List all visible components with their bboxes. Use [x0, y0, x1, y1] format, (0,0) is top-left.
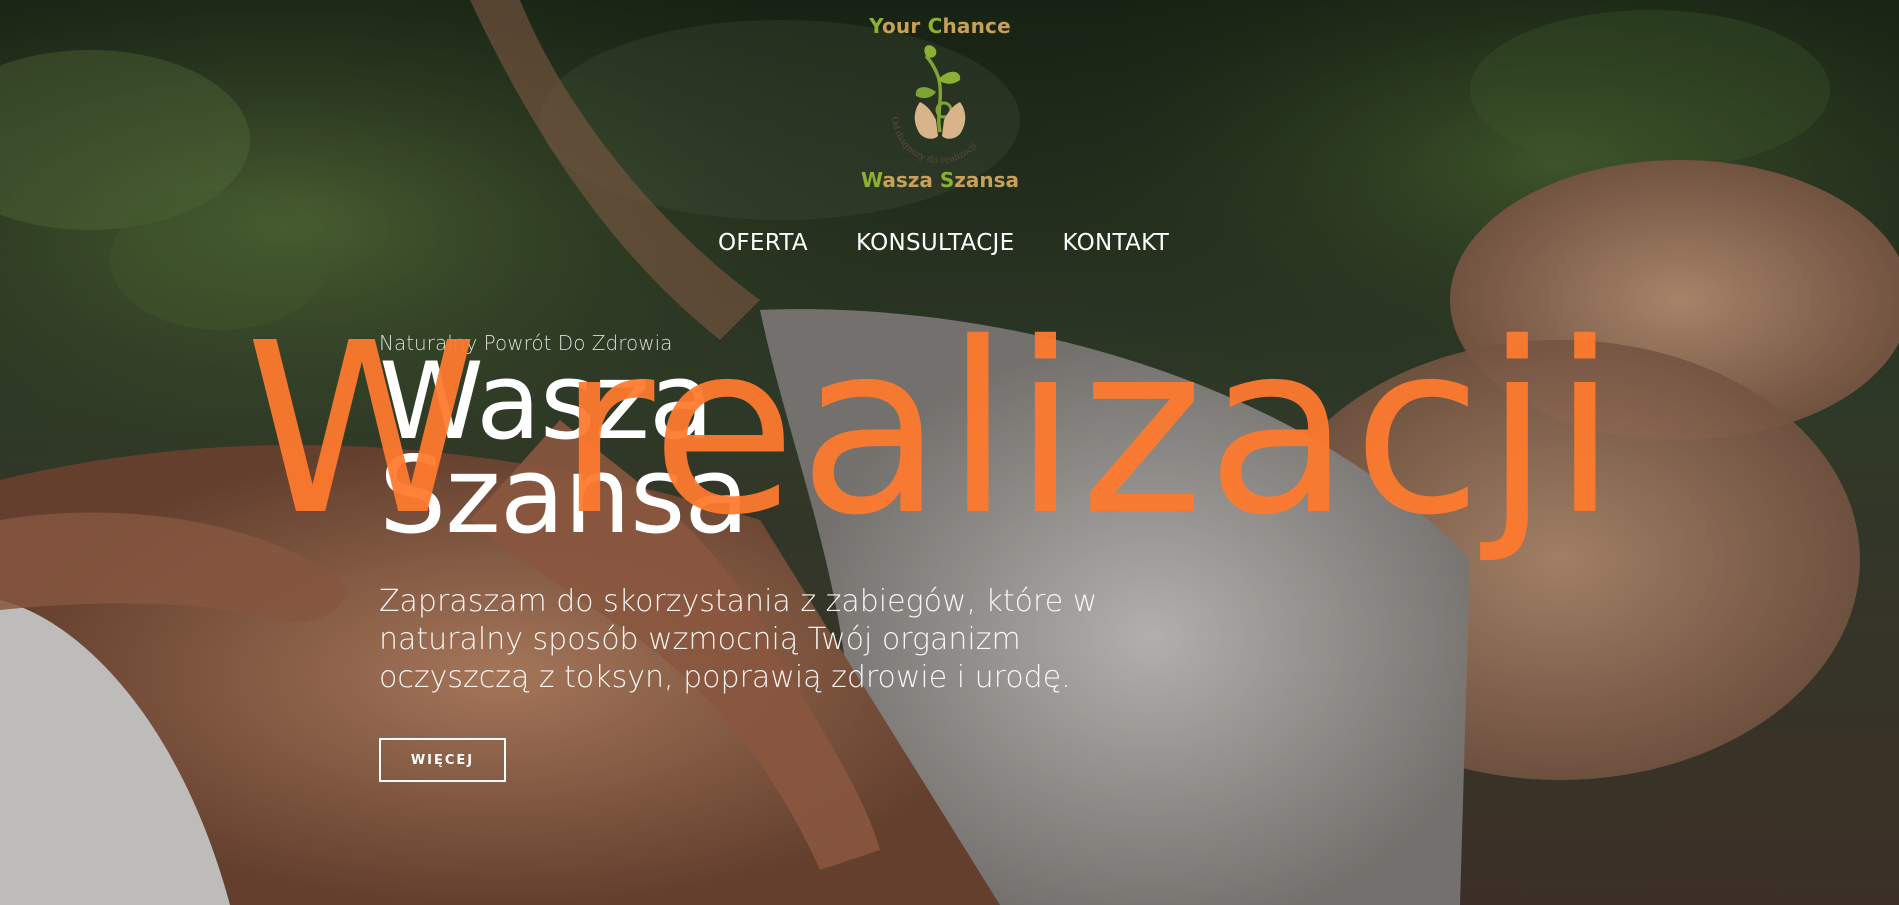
nav-item-konsultacje[interactable]: KONSULTACJE — [856, 230, 1014, 262]
hero-section: Your Chance Od diagnozy do realizacji Wa… — [0, 0, 1899, 905]
more-button[interactable]: WIĘCEJ — [379, 738, 506, 782]
sprout-hands-icon: Od diagnozy do realizacji — [889, 45, 979, 166]
site-logo[interactable]: Your Chance Od diagnozy do realizacji Wa… — [860, 10, 1020, 200]
animated-overlay-word: W realizacji — [245, 292, 1620, 567]
nav-item-kontakt[interactable]: KONTAKT — [1062, 230, 1169, 262]
hero-description: Zapraszam do skorzystania z zabiegów, kt… — [379, 584, 1098, 695]
logo-text-top: Your Chance — [869, 14, 1011, 38]
nav-item-oferta[interactable]: OFERTA — [718, 230, 808, 262]
logo-text-bottom: Wasza Szansa — [860, 168, 1020, 192]
main-navigation: OFERTA KONSULTACJE KONTAKT — [718, 230, 1169, 262]
